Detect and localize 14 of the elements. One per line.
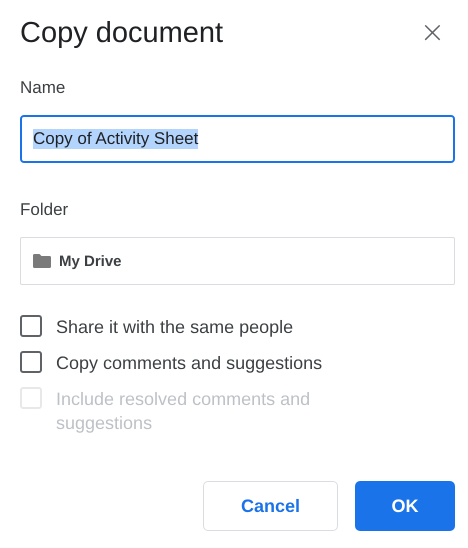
checkbox[interactable] (20, 315, 42, 337)
checkbox-label: Copy comments and suggestions (56, 352, 324, 375)
checkbox[interactable] (20, 351, 42, 373)
folder-icon (33, 254, 51, 268)
checkbox-label: Include resolved comments and suggestions (56, 388, 312, 435)
dialog-title: Copy document (20, 16, 224, 50)
cancel-button[interactable]: Cancel (203, 481, 338, 531)
ok-button[interactable]: OK (355, 481, 455, 531)
folder-field[interactable]: My Drive (20, 237, 455, 285)
close-button[interactable]: × (410, 18, 455, 48)
name-label: Name (20, 78, 66, 98)
checkbox-label: Share it with the same people (56, 316, 294, 339)
folder-label: Folder (20, 200, 68, 220)
name-field[interactable]: Copy of Activity Sheet (20, 115, 455, 163)
